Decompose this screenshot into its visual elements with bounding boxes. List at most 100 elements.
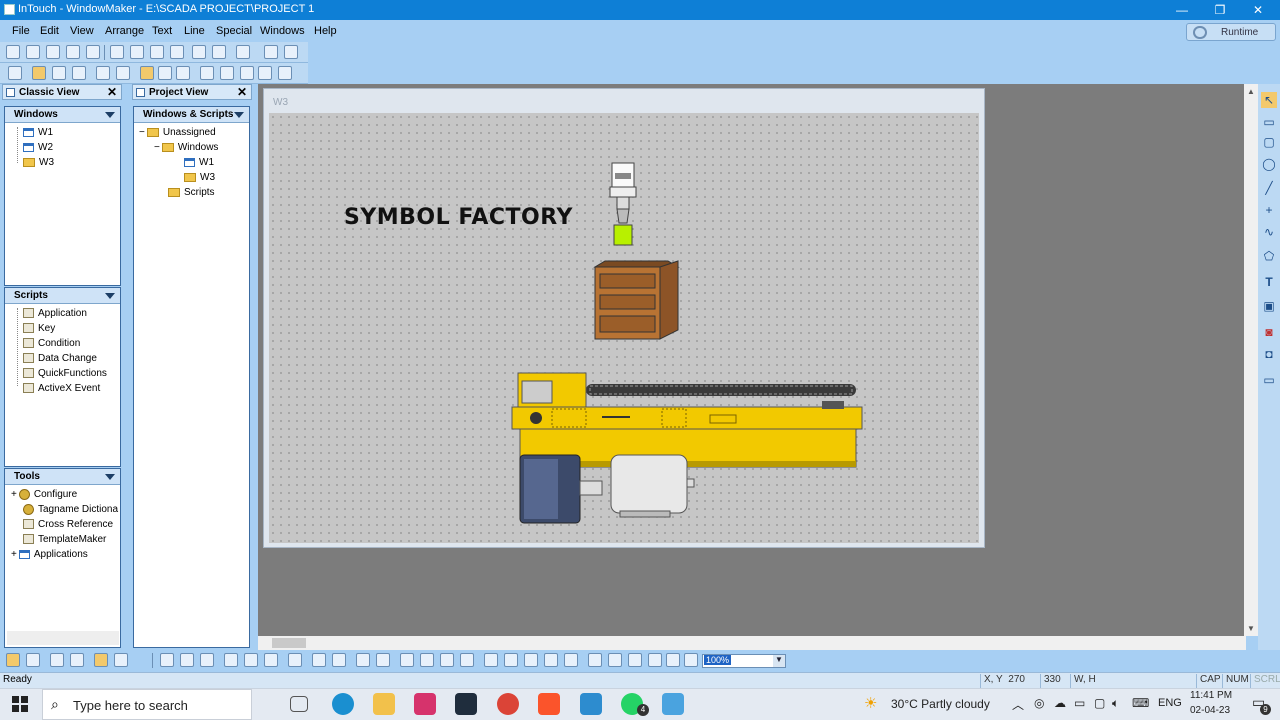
close-button[interactable]: ✕ — [1248, 2, 1268, 18]
rotate-right-icon[interactable] — [460, 653, 474, 667]
vertical-scrollbar[interactable]: ▲ ▼ — [1244, 84, 1258, 636]
horizontal-scrollbar-main[interactable] — [258, 636, 1246, 650]
align-left-obj-icon[interactable] — [224, 653, 238, 667]
sharpen-icon[interactable] — [564, 653, 578, 667]
flip-horizontal-icon[interactable] — [484, 653, 498, 667]
align-center-obj-icon[interactable] — [244, 653, 258, 667]
align-left-icon[interactable] — [140, 66, 154, 80]
text-tool-icon[interactable]: T — [1261, 274, 1277, 290]
reshape-icon[interactable] — [524, 653, 538, 667]
font-icon[interactable] — [8, 66, 22, 80]
language-indicator[interactable]: ENG — [1158, 697, 1182, 709]
zoom-in-icon[interactable] — [608, 653, 622, 667]
flip-vertical-icon[interactable] — [504, 653, 518, 667]
task-view-icon[interactable] — [290, 696, 308, 712]
tree-scripts-folder[interactable]: Scripts — [168, 187, 215, 198]
rounded-rectangle-tool-icon[interactable]: ▢ — [1261, 134, 1277, 150]
align-right-obj-icon[interactable] — [264, 653, 278, 667]
file-explorer-icon[interactable] — [373, 693, 395, 715]
edge-browser-icon[interactable] — [332, 693, 354, 715]
group-icon[interactable] — [288, 653, 302, 667]
tool-cross-reference[interactable]: Cross Reference — [23, 519, 113, 530]
photos-app-icon[interactable] — [455, 693, 477, 715]
tree-window-w3[interactable]: W3 — [184, 172, 215, 183]
space-vertical-icon[interactable] — [376, 653, 390, 667]
script-key[interactable]: Key — [23, 323, 55, 334]
properties-icon[interactable] — [284, 45, 298, 59]
view-mode-alt-icon[interactable] — [26, 653, 40, 667]
dispenser-nozzle[interactable] — [609, 162, 637, 246]
windows-start-icon[interactable] — [12, 696, 28, 712]
collapse-icon[interactable] — [105, 474, 115, 480]
undo-icon[interactable] — [192, 45, 206, 59]
align-right-icon[interactable] — [176, 66, 190, 80]
script-quickfunctions[interactable]: QuickFunctions — [23, 368, 107, 379]
cut-icon[interactable] — [110, 45, 124, 59]
fill-color-icon[interactable] — [220, 66, 234, 80]
redo-icon[interactable] — [212, 45, 226, 59]
hv-line-tool-icon[interactable]: + — [1261, 202, 1277, 218]
tree-windows-folder[interactable]: − Windows — [154, 142, 218, 153]
bold-icon[interactable] — [32, 66, 46, 80]
menu-help[interactable]: Help — [314, 25, 337, 37]
windows-scripts-header[interactable]: Windows & Scripts — [134, 107, 249, 123]
alarm-tool-icon[interactable]: ◘ — [1261, 346, 1277, 362]
tool-templatemaker[interactable]: TemplateMaker — [23, 534, 106, 545]
tree-window-w1[interactable]: W1 — [184, 157, 214, 168]
bitmap-tool-icon[interactable]: ▣ — [1261, 298, 1277, 314]
meet-icon[interactable]: ▭ — [1074, 696, 1085, 710]
cells-icon[interactable] — [400, 653, 414, 667]
zoom-select[interactable]: 100% ▼ — [702, 654, 786, 668]
full-screen-icon[interactable] — [50, 653, 64, 667]
break-cell-icon[interactable] — [420, 653, 434, 667]
tree-item-w3[interactable]: W3 — [23, 157, 54, 168]
grid-icon[interactable] — [94, 653, 108, 667]
brave-icon[interactable] — [538, 693, 560, 715]
menu-view[interactable]: View — [70, 25, 94, 37]
zoom-fit-icon[interactable] — [666, 653, 680, 667]
tree-unassigned[interactable]: − Unassigned — [139, 127, 216, 138]
text-color-icon[interactable] — [240, 66, 254, 80]
window-color-icon[interactable] — [258, 66, 272, 80]
zoom-out-icon[interactable] — [588, 653, 602, 667]
collapse-icon[interactable] — [234, 112, 244, 118]
restore-button[interactable]: ❐ — [1210, 2, 1230, 18]
menu-edit[interactable]: Edit — [40, 25, 59, 37]
script-condition[interactable]: Condition — [23, 338, 80, 349]
scripts-section-header[interactable]: Scripts — [5, 288, 120, 304]
tools-section-header[interactable]: Tools — [5, 469, 120, 485]
weather-text[interactable]: 30°C Partly cloudy — [891, 697, 990, 711]
instagram-icon[interactable] — [414, 693, 436, 715]
send-back-icon[interactable] — [312, 653, 326, 667]
font-smaller-icon[interactable] — [96, 66, 110, 80]
italic-icon[interactable] — [52, 66, 66, 80]
rotate-left-icon[interactable] — [440, 653, 454, 667]
print-icon[interactable] — [236, 45, 250, 59]
line-color-icon[interactable] — [200, 66, 214, 80]
space-horizontal-icon[interactable] — [356, 653, 370, 667]
align-middle-icon[interactable] — [180, 653, 194, 667]
underline-icon[interactable] — [72, 66, 86, 80]
tool-configure[interactable]: + Configure — [11, 489, 77, 500]
windowviewer-icon[interactable] — [662, 693, 684, 715]
zoom-selection-icon[interactable] — [648, 653, 662, 667]
menu-text[interactable]: Text — [152, 25, 172, 37]
windows-section-header[interactable]: Windows — [5, 107, 120, 123]
tool-applications[interactable]: + Applications — [11, 549, 88, 560]
clock-time[interactable]: 11:41 PM — [1190, 690, 1232, 701]
menu-arrange[interactable]: Arrange — [105, 25, 144, 37]
chrome-icon[interactable] — [497, 693, 519, 715]
minimize-button[interactable]: — — [1172, 2, 1192, 18]
tree-item-w2[interactable]: W2 — [23, 142, 53, 153]
menu-special[interactable]: Special — [216, 25, 252, 37]
ruler-icon[interactable] — [114, 653, 128, 667]
classic-view-close-icon[interactable]: ✕ — [107, 85, 117, 99]
display-icon[interactable]: ▢ — [1094, 696, 1105, 710]
align-top-icon[interactable] — [160, 653, 174, 667]
menu-line[interactable]: Line — [184, 25, 205, 37]
scroll-thumb[interactable] — [272, 638, 306, 648]
align-center-icon[interactable] — [158, 66, 172, 80]
ellipse-tool-icon[interactable]: ◯ — [1261, 156, 1277, 172]
copy-icon[interactable] — [130, 45, 144, 59]
zoom-normal-icon[interactable] — [628, 653, 642, 667]
